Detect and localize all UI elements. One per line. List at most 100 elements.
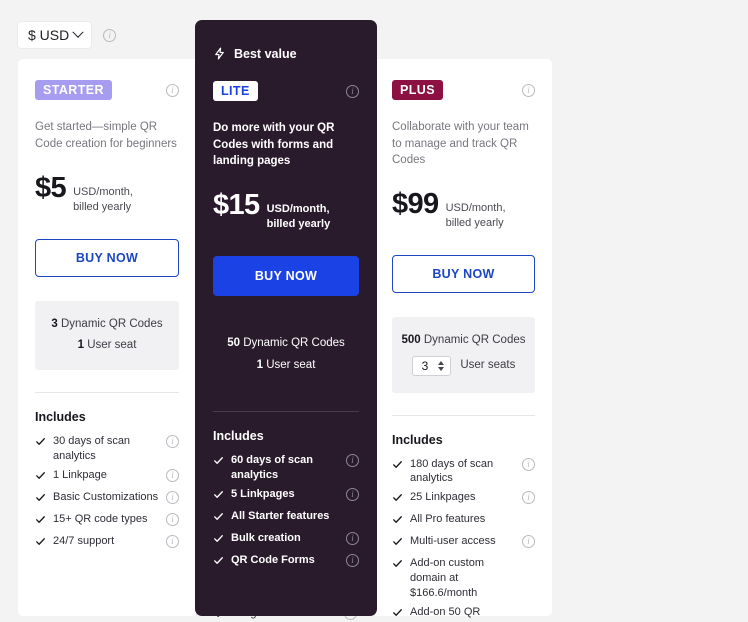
plan-price-amount: $99	[392, 188, 439, 221]
pricing-card-lite: Best value LITE i Do more with your QR Code…	[195, 20, 377, 616]
feature-item: Bulk creation i	[213, 529, 359, 551]
feature-label: Basic Customizations	[53, 490, 159, 503]
feature-label: Add-on custom domain at $166.6/month	[410, 557, 484, 599]
feature-info-icon[interactable]: i	[522, 535, 535, 549]
feature-label: All Starter features	[231, 509, 330, 522]
feature-item: QR Code Forms i	[213, 551, 359, 573]
feature-label: QR Code Forms	[231, 553, 315, 566]
check-icon	[392, 490, 403, 508]
check-icon	[35, 434, 46, 452]
pricing-cards: STARTER i Get started—simple QR Code creat…	[18, 20, 730, 622]
plan-info-icon[interactable]: i	[166, 83, 179, 97]
includes-title: Includes	[392, 432, 443, 447]
stepper-arrows-icon[interactable]	[438, 360, 445, 371]
feature-info-icon[interactable]: i	[166, 490, 179, 504]
plan-badge-lite: LITE	[213, 80, 258, 102]
buy-now-button-lite[interactable]: BUY NOW	[213, 255, 359, 296]
pricing-page: $ USD i STARTER i Get started—simple QR Co…	[0, 0, 748, 622]
section-divider	[392, 414, 535, 416]
plan-price-row: $15 USD/month, billed yearly	[213, 191, 359, 234]
plan-badge-starter: STARTER	[35, 79, 112, 101]
feature-label: Multi-user access	[410, 535, 496, 548]
feature-info-icon[interactable]: i	[166, 435, 179, 449]
feature-item: Multi-user access i	[392, 532, 535, 554]
plan-price-unit-line1: USD/month,	[266, 203, 330, 216]
plan-price-unit-line2: billed yearly	[445, 216, 504, 229]
best-value-label: Best value	[234, 46, 297, 61]
buy-now-button-plus[interactable]: BUY NOW	[392, 254, 535, 293]
quota-seats-line: 3 User seats	[411, 355, 516, 376]
feature-item: Add-on 50 QR Codes at $6.25/month	[392, 603, 535, 622]
user-seats-value: 3	[421, 358, 429, 373]
feature-label: 5 Linkpages	[231, 487, 295, 500]
check-icon	[35, 534, 46, 552]
feature-info-icon[interactable]: i	[522, 457, 535, 471]
quota-codes-label: Dynamic QR Codes	[243, 336, 345, 349]
feature-item: Basic Customizations i	[35, 488, 179, 510]
feature-info-icon[interactable]: i	[522, 491, 535, 505]
feature-info-icon[interactable]: i	[346, 531, 359, 545]
quota-codes-label: Dynamic QR Codes	[423, 333, 526, 346]
feature-item: 24/7 support i	[35, 532, 179, 554]
plan-tagline: Get started—simple QR Code creation for …	[35, 121, 177, 150]
lightning-bolt-icon	[213, 46, 226, 61]
feature-info-icon[interactable]: i	[346, 454, 359, 468]
plan-info-icon[interactable]: i	[522, 83, 535, 97]
feature-item: 60 days of scan analytics i	[213, 451, 359, 485]
quota-seats-line: 1 User seat	[78, 339, 137, 353]
feature-item: 15+ QR code types i	[35, 510, 179, 532]
quota-codes-count: 50	[227, 336, 240, 349]
plan-price-unit: USD/month,billed yearly	[73, 185, 133, 215]
feature-info-icon[interactable]: i	[346, 553, 359, 567]
plan-badge-row: PLUS i	[392, 79, 535, 101]
check-icon	[213, 487, 224, 505]
pricing-card-plus: PLUS i Collaborate with your team to manag…	[374, 59, 552, 622]
plan-price-amount: $5	[35, 172, 67, 204]
plan-quota-box: 3 Dynamic QR Codes 1 User seat	[35, 300, 179, 371]
plan-price-row: $99 USD/month, billed yearly	[392, 190, 535, 233]
feature-label: 1 Linkpage	[53, 468, 107, 481]
feature-info-icon[interactable]: i	[166, 534, 179, 548]
check-icon	[392, 534, 403, 552]
check-icon	[213, 453, 224, 471]
check-icon	[392, 512, 403, 530]
user-seats-stepper[interactable]: 3	[411, 355, 452, 376]
feature-info-icon[interactable]: i	[166, 512, 179, 526]
currency-info-icon[interactable]: i	[103, 28, 117, 42]
quota-codes-line: 500 Dynamic QR Codes	[401, 334, 525, 348]
plan-badge-row: STARTER i	[35, 79, 179, 101]
plan-price-amount: $15	[213, 189, 260, 222]
plan-info-icon[interactable]: i	[346, 84, 359, 98]
feature-item: 5 Linkpages i	[213, 485, 359, 507]
currency-row: $ USD i	[18, 22, 117, 48]
plan-price-unit: USD/month,billed yearly	[267, 202, 331, 232]
feature-info-icon[interactable]: i	[166, 468, 179, 482]
quota-seats-count: 1	[77, 339, 84, 352]
feature-info-icon[interactable]: i	[346, 487, 359, 501]
feature-item: 25 Linkpages i	[392, 488, 535, 510]
quota-codes-line: 50 Dynamic QR Codes	[227, 337, 345, 351]
quota-seats-line: 1 User seat	[257, 359, 316, 373]
buy-now-button-starter[interactable]: BUY NOW	[35, 238, 179, 277]
chevron-down-icon	[72, 26, 84, 38]
feature-label: Add-on 50 QR Codes at $6.25/month	[410, 605, 481, 622]
feature-label: 180 days of scan analytics	[410, 457, 494, 485]
plan-price-unit-line1: USD/month,	[445, 202, 506, 215]
check-icon	[35, 512, 46, 530]
quota-codes-count: 500	[401, 333, 421, 346]
currency-selector[interactable]: $ USD	[18, 22, 92, 48]
section-divider	[213, 411, 359, 413]
quota-seats-label: User seat	[266, 358, 316, 371]
plan-badge-plus: PLUS	[392, 79, 443, 101]
plan-tagline: Do more with your QR Codes with forms an…	[213, 122, 335, 168]
section-divider	[35, 392, 179, 394]
plan-price-unit-line1: USD/month,	[73, 186, 133, 198]
check-icon	[213, 553, 224, 571]
quota-seats-label: User seat	[87, 339, 137, 352]
feature-label: 25 Linkpages	[410, 491, 476, 504]
feature-item: Add-on custom domain at $166.6/month	[392, 554, 535, 603]
plan-quota-box: 500 Dynamic QR Codes 3 User seats	[392, 316, 535, 393]
check-icon	[392, 556, 403, 574]
quota-seats-label: User seats	[460, 358, 516, 371]
quota-codes-count: 3	[51, 317, 58, 330]
